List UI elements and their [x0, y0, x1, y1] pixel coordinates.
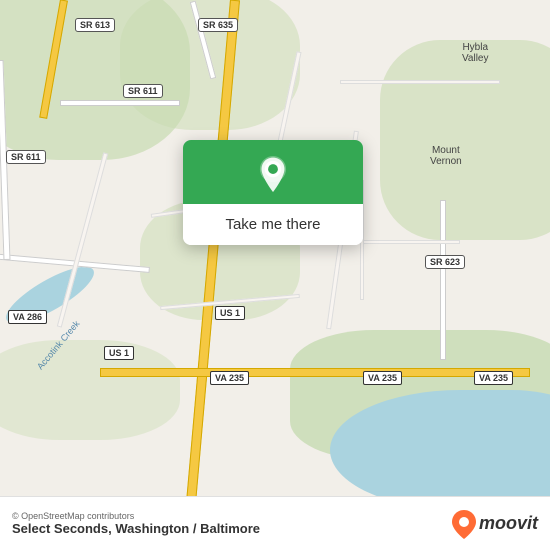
- road-sr611-h: [60, 100, 180, 106]
- location-title: Select Seconds, Washington / Baltimore: [12, 521, 260, 536]
- badge-us1-left: US 1: [104, 346, 134, 360]
- map-container: Accotink Creek SR 613 SR 635 SR 611 SR 6…: [0, 0, 550, 550]
- attribution-text: © OpenStreetMap contributors: [12, 511, 260, 521]
- popup-green-header: [183, 140, 363, 204]
- label-mount-vernon: MountVernon: [430, 145, 462, 167]
- badge-va235-right: VA 235: [363, 371, 402, 385]
- badge-sr611-top: SR 611: [123, 84, 163, 98]
- moovit-text: moovit: [479, 513, 538, 534]
- green-area-right: [380, 40, 550, 240]
- location-pin-icon: [255, 156, 291, 192]
- take-me-there-button[interactable]: Take me there: [183, 204, 363, 245]
- badge-va235-mid: VA 235: [210, 371, 249, 385]
- popup-card: Take me there: [183, 140, 363, 245]
- badge-sr613-top: SR 613: [75, 18, 115, 32]
- badge-sr623: SR 623: [425, 255, 465, 269]
- label-hybla-valley: HyblaValley: [462, 42, 489, 64]
- badge-va286: VA 286: [8, 310, 47, 324]
- road-va235: [100, 368, 530, 377]
- badge-va235-far: VA 235: [474, 371, 513, 385]
- moovit-logo[interactable]: moovit: [451, 509, 538, 539]
- bottom-bar: © OpenStreetMap contributors Select Seco…: [0, 496, 550, 550]
- road-sr623: [440, 200, 446, 360]
- bottom-left-info: © OpenStreetMap contributors Select Seco…: [12, 511, 260, 536]
- badge-us1-mid: US 1: [215, 306, 245, 320]
- moovit-pin-icon: [451, 509, 477, 539]
- badge-sr611-left: SR 611: [6, 150, 46, 164]
- green-area-bottom-left: [0, 340, 180, 440]
- badge-sr635: SR 635: [198, 18, 238, 32]
- road-minor-7: [340, 80, 500, 84]
